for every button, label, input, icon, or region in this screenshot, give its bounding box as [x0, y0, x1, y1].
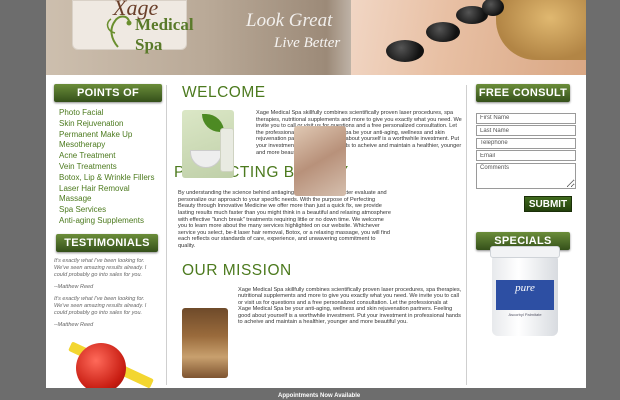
poi-link-mesotherapy[interactable]: Mesotherapy: [54, 140, 162, 151]
poi-link-anti-aging[interactable]: Anti-aging Supplements: [54, 216, 162, 227]
welcome-heading: WELCOME: [182, 84, 266, 101]
poi-link-acne-treatment[interactable]: Acne Treatment: [54, 151, 162, 162]
submit-button[interactable]: SUBMIT: [524, 196, 572, 212]
right-sidebar: FREE CONSULT Comments SUBMIT SPECIALS pu…: [468, 84, 576, 336]
spa-room-image: [182, 308, 228, 378]
testimonials-heading: TESTIMONIALS: [56, 233, 158, 252]
tagline-1: Look Great: [246, 10, 333, 31]
welcome-text: Xage Medical Spa skillfully combines sci…: [256, 110, 462, 156]
apple-image: [76, 343, 126, 393]
facial-treatment-image: [294, 126, 346, 196]
jar-brand-label: pure: [496, 280, 554, 310]
poi-list: Photo Facial Skin Rejuvenation Permanent…: [54, 108, 162, 227]
testimonial-quote: It's exactly what I've been looking for.…: [54, 257, 147, 278]
comments-field[interactable]: Comments: [476, 162, 576, 189]
free-consult-heading: FREE CONSULT: [476, 84, 570, 102]
last-name-field[interactable]: [476, 125, 576, 136]
testimonial-signature: --Matthew Reed: [54, 321, 94, 328]
hot-stone-image: [426, 22, 460, 42]
telephone-field[interactable]: [476, 137, 576, 149]
testimonial-signature: --Matthew Reed: [54, 283, 94, 290]
poi-link-massage[interactable]: Massage: [54, 194, 162, 205]
first-name-field[interactable]: [476, 112, 576, 124]
bottle-image: [220, 128, 234, 172]
supplement-jar-image[interactable]: pure Ascorbyl Palmitate: [490, 246, 560, 336]
poi-link-vein-treatments[interactable]: Vein Treatments: [54, 162, 162, 173]
bowl-image: [190, 150, 222, 168]
poi-link-botox[interactable]: Botox, Lip & Wrinkle Fillers: [54, 173, 162, 184]
poi-link-skin-rejuvenation[interactable]: Skin Rejuvenation: [54, 119, 162, 130]
main-content: WELCOME Xage Medical Spa skillfully comb…: [172, 84, 462, 326]
our-mission-heading: OUR MISSION: [182, 261, 292, 279]
column-divider: [466, 85, 467, 385]
hot-stone-image: [386, 40, 424, 62]
column-divider: [166, 85, 167, 385]
page: Xage Medical Spa Look Great Live Better …: [46, 0, 586, 400]
tagline-2: Live Better: [274, 35, 341, 51]
spa-products-image: [182, 110, 234, 178]
jar-cap: [490, 246, 560, 258]
logo-text: Medical Spa: [135, 15, 194, 54]
perfecting-beauty-text: By understanding the science behind anti…: [178, 190, 391, 249]
testimonial-quote: It's exactly what I've been looking for.…: [54, 295, 147, 316]
poi-link-permanent-make-up[interactable]: Permanent Make Up: [54, 130, 162, 141]
header-banner: Xage Medical Spa Look Great Live Better: [46, 0, 586, 75]
logo[interactable]: Xage Medical Spa: [72, 0, 194, 54]
footer-text: Appointments Now Available: [278, 393, 361, 399]
left-sidebar: POINTS OF INTEREST Photo Facial Skin Rej…: [54, 84, 162, 328]
email-field[interactable]: [476, 150, 576, 161]
poi-link-laser-hair-removal[interactable]: Laser Hair Removal: [54, 184, 162, 195]
jar-product-name: Ascorbyl Palmitate: [508, 312, 542, 317]
points-of-interest-heading: POINTS OF INTEREST: [54, 84, 162, 117]
our-mission-text: Xage Medical Spa skillfully combines sci…: [238, 286, 462, 326]
poi-link-spa-services[interactable]: Spa Services: [54, 205, 162, 216]
